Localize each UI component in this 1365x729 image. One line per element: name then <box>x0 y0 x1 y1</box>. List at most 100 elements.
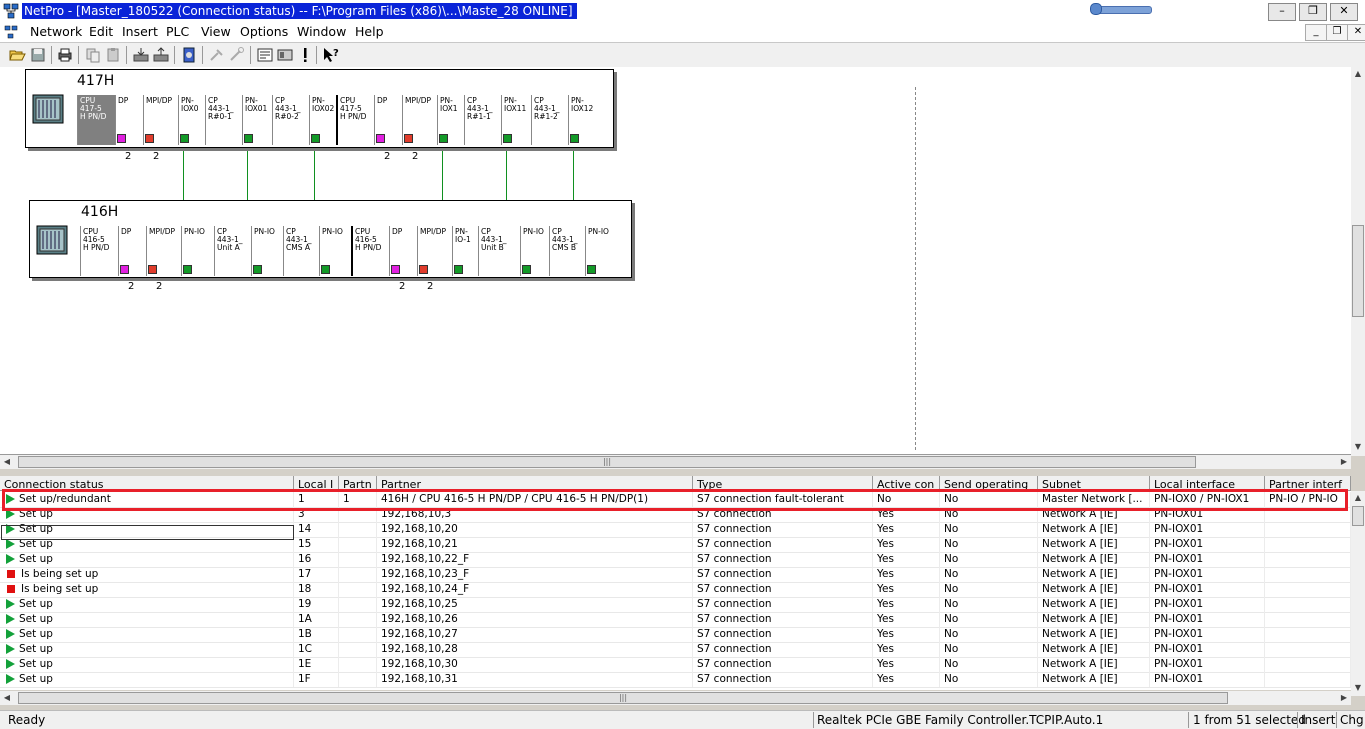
table-row[interactable]: Set up 1A 192,168,10,26 S7 connection Yes No N… <box>0 612 1351 628</box>
table-hscroll-thumb[interactable]: ||| <box>18 692 1228 704</box>
copy-icon[interactable] <box>84 46 102 64</box>
menu-help[interactable]: Help <box>355 24 384 40</box>
interface-port-green[interactable] <box>311 134 320 143</box>
netpro-app-icon[interactable] <box>3 3 19 19</box>
disabled-tool-icon[interactable] <box>208 46 226 64</box>
station-0[interactable]: 417H CPU 417-5 H PN/D DP 2 MPI/DP 2 PN- IOX0 CP… <box>25 69 614 162</box>
table-row[interactable]: Set up 16 192,168,10,22_F S7 connection Yes N… <box>0 552 1351 568</box>
rack-slot[interactable]: CPU 416-5 H PN/D <box>80 226 118 276</box>
menu-insert[interactable]: Insert <box>122 24 158 40</box>
restore-button[interactable]: ❐ <box>1299 3 1327 21</box>
column-header[interactable]: Partn <box>339 476 377 490</box>
menu-network[interactable]: Network <box>30 24 82 40</box>
interface-port-green[interactable] <box>503 134 512 143</box>
interface-port-red[interactable] <box>419 265 428 274</box>
interface-port-green[interactable] <box>321 265 330 274</box>
canvas-hscroll-thumb[interactable]: ||| <box>18 456 1196 468</box>
mdi-restore-button[interactable]: ❐ <box>1326 24 1348 41</box>
rack-slot[interactable]: CPU 417-5 H PN/D <box>77 95 115 145</box>
interface-port-magenta[interactable] <box>391 265 400 274</box>
mdi-minimize-button[interactable]: _ <box>1305 24 1327 41</box>
table-horizontal-scrollbar[interactable]: ◀ ||| ▶ <box>0 691 1351 705</box>
interface-port-red[interactable] <box>145 134 154 143</box>
table-row[interactable]: Set up 1F 192,168,10,31 S7 connection Yes No N… <box>0 672 1351 688</box>
column-header[interactable]: Subnet <box>1038 476 1150 490</box>
canvas-vscroll-thumb[interactable] <box>1352 225 1364 317</box>
scroll-down-arrow-icon[interactable]: ▼ <box>1351 440 1365 454</box>
minimize-button[interactable]: – <box>1268 3 1296 21</box>
mdi-close-button[interactable]: ✕ <box>1347 24 1365 41</box>
network-config-icon[interactable] <box>180 46 198 64</box>
interface-port-green[interactable] <box>570 134 579 143</box>
menu-edit[interactable]: Edit <box>89 24 113 40</box>
exclamation-icon[interactable] <box>296 46 314 64</box>
rack-slot[interactable]: CP 443-1_ Unit A <box>214 226 251 276</box>
column-header[interactable]: Connection status <box>0 476 294 490</box>
disabled-tool-icon-2[interactable] <box>228 46 246 64</box>
rack-slot[interactable]: CPU 417-5 H PN/D <box>336 95 374 145</box>
save-icon[interactable] <box>29 46 47 64</box>
title-slider-handle[interactable] <box>1090 3 1102 15</box>
interface-port-green[interactable] <box>439 134 448 143</box>
interface-port-magenta[interactable] <box>117 134 126 143</box>
paste-icon[interactable] <box>104 46 122 64</box>
interface-port-green[interactable] <box>454 265 463 274</box>
menu-view[interactable]: View <box>201 24 231 40</box>
interface-port-green[interactable] <box>183 265 192 274</box>
rack-slot[interactable]: CP 443-1_ R#1-2 <box>531 95 568 145</box>
table-row[interactable]: Set up 1C 192,168,10,28 S7 connection Yes No N… <box>0 642 1351 658</box>
help-pointer-icon[interactable]: ? <box>322 46 340 64</box>
menu-window[interactable]: Window <box>297 24 346 40</box>
column-header[interactable]: Partner interf <box>1265 476 1351 490</box>
interface-port-red[interactable] <box>404 134 413 143</box>
upload-icon[interactable] <box>152 46 170 64</box>
interface-port-green[interactable] <box>180 134 189 143</box>
scroll-right-arrow-icon[interactable]: ▶ <box>1337 455 1351 469</box>
table-row[interactable]: Set up 1B 192,168,10,27 S7 connection Yes No N… <box>0 627 1351 643</box>
open-folder-icon[interactable] <box>8 46 26 64</box>
interface-port-green[interactable] <box>244 134 253 143</box>
table-scroll-right-arrow-icon[interactable]: ▶ <box>1337 691 1351 705</box>
table-row[interactable]: Is being set up 18 192,168,10,24_F S7 conne… <box>0 582 1351 598</box>
column-header[interactable]: Send operating <box>940 476 1038 490</box>
interface-port-green[interactable] <box>522 265 531 274</box>
rack-slot[interactable]: CP 443-1_ Unit B <box>478 226 520 276</box>
rack-slot[interactable]: CP 443-1_ CMS B <box>549 226 585 276</box>
interface-port-green[interactable] <box>587 265 596 274</box>
close-button[interactable]: ✕ <box>1330 3 1358 21</box>
table-scroll-down-arrow-icon[interactable]: ▼ <box>1351 681 1365 695</box>
column-header[interactable]: Type <box>693 476 873 490</box>
menu-options[interactable]: Options <box>240 24 288 40</box>
menu-plc[interactable]: PLC <box>166 24 189 40</box>
rack-slot[interactable]: CPU 416-5 H PN/D <box>351 226 389 276</box>
download-icon[interactable] <box>132 46 150 64</box>
table-scroll-up-arrow-icon[interactable]: ▲ <box>1351 491 1365 505</box>
rack-slot[interactable]: CP 443-1_ R#1-1 <box>464 95 501 145</box>
canvas-vertical-scrollbar[interactable]: ▲ ▼ <box>1351 67 1365 456</box>
interface-port-red[interactable] <box>148 265 157 274</box>
interface-port-magenta[interactable] <box>376 134 385 143</box>
table-scroll-left-arrow-icon[interactable]: ◀ <box>0 691 14 705</box>
network-canvas[interactable]: 417H CPU 417-5 H PN/D DP 2 MPI/DP 2 PN- IOX0 CP… <box>0 67 1351 455</box>
document-system-icon[interactable] <box>4 25 18 39</box>
table-row[interactable]: Set up 1E 192,168,10,30 S7 connection Yes No N… <box>0 657 1351 673</box>
station-1[interactable]: 416H CPU 416-5 H PN/D DP 2 MPI/DP 2 PN-IO CP 44… <box>29 200 632 292</box>
table-row[interactable]: Is being set up 17 192,168,10,23_F S7 conne… <box>0 567 1351 583</box>
canvas-horizontal-scrollbar[interactable]: ◀ ||| ▶ <box>0 455 1351 469</box>
rack-slot[interactable]: CP 443-1_ CMS A <box>283 226 319 276</box>
rack-slot[interactable]: CP 443-1_ R#0-1 <box>205 95 242 145</box>
column-header[interactable]: Active con <box>873 476 940 490</box>
column-header[interactable]: Local I <box>294 476 339 490</box>
scroll-left-arrow-icon[interactable]: ◀ <box>0 455 14 469</box>
scroll-up-arrow-icon[interactable]: ▲ <box>1351 67 1365 81</box>
column-header[interactable]: Local interface <box>1150 476 1265 490</box>
interface-port-magenta[interactable] <box>120 265 129 274</box>
table-vscroll-thumb[interactable] <box>1352 506 1364 526</box>
column-header[interactable]: Partner <box>377 476 693 490</box>
interface-port-green[interactable] <box>253 265 262 274</box>
rack-slot[interactable]: CP 443-1_ R#0-2 <box>272 95 309 145</box>
table-row[interactable]: Set up 19 192,168,10,25 S7 connection Yes No N… <box>0 597 1351 613</box>
table-vertical-scrollbar[interactable]: ▲ ▼ <box>1351 491 1365 696</box>
print-icon[interactable] <box>56 46 74 64</box>
station-icon[interactable] <box>276 46 294 64</box>
